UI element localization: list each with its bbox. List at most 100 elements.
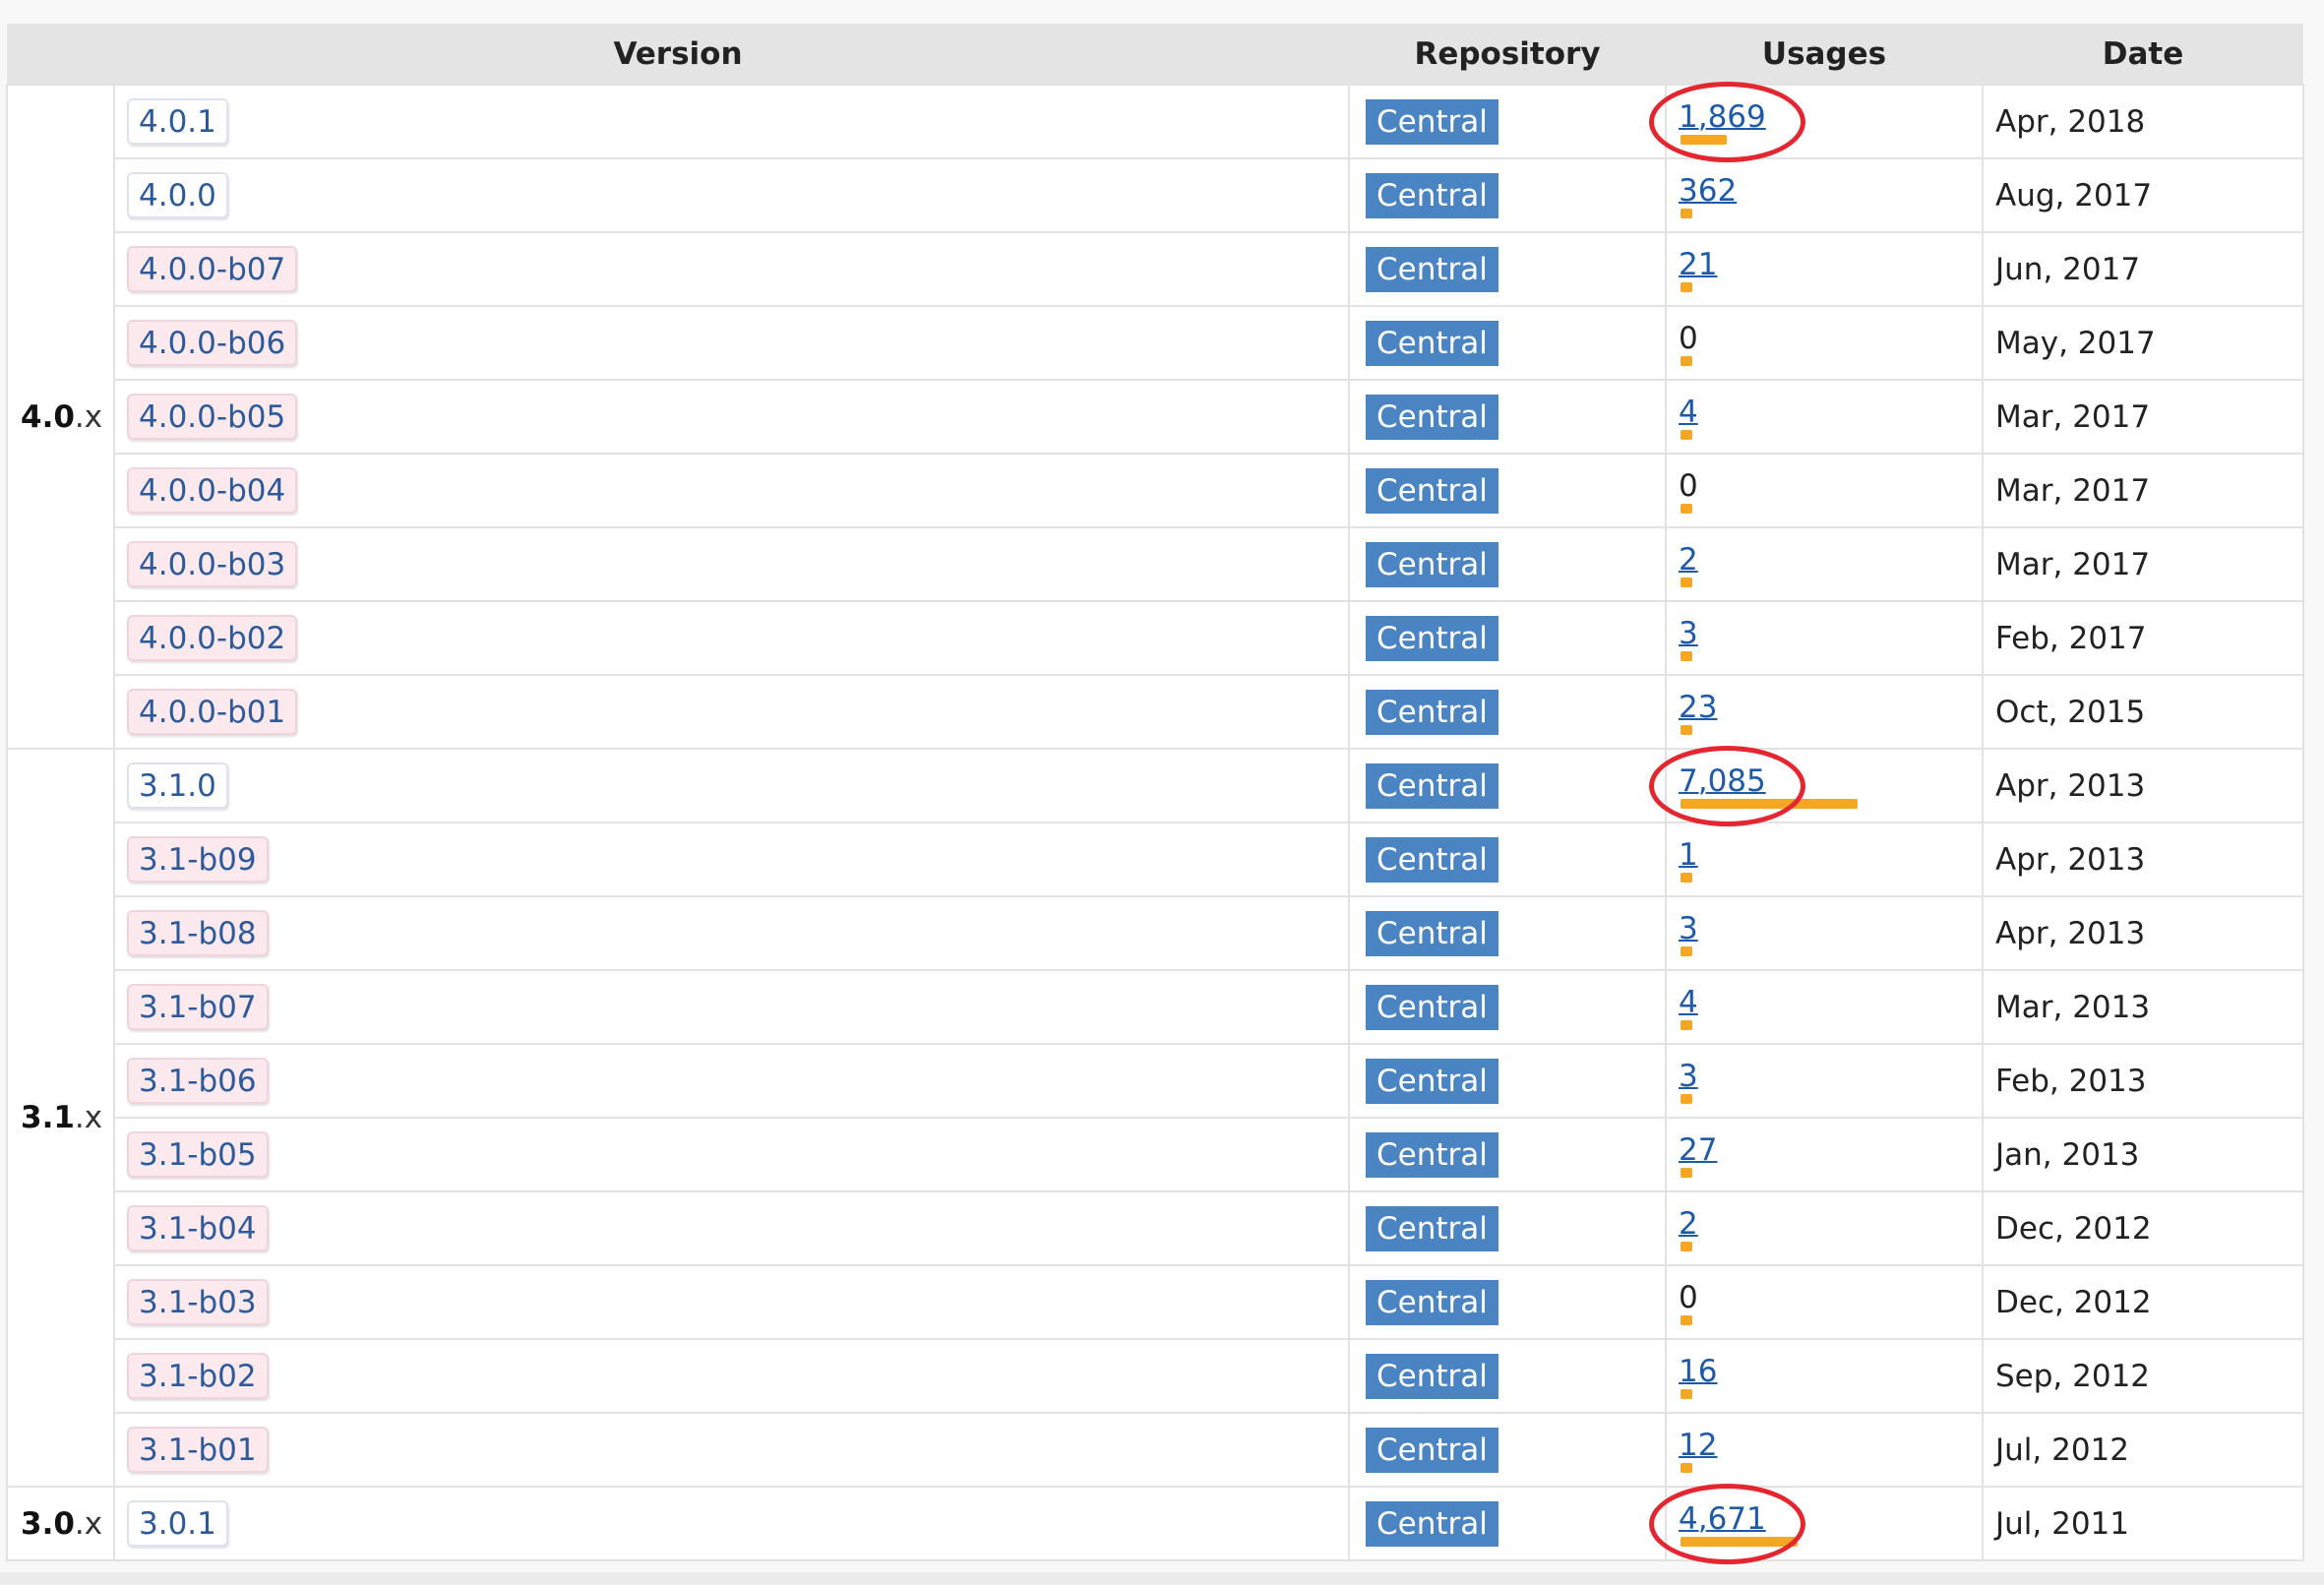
table-row: 4.0.0-b03 Central 2 Mar, 2017 — [7, 526, 2304, 602]
usages-cell: 0 — [1665, 1264, 1984, 1340]
usage-count[interactable]: 16 — [1679, 1354, 1717, 1389]
version-link[interactable]: 4.0.0-b07 — [127, 246, 298, 292]
table-header-row: Version Repository Usages Date — [7, 24, 2303, 85]
usage-bar — [1681, 1167, 1692, 1178]
version-link[interactable]: 3.1-b06 — [127, 1058, 269, 1104]
usages-column-header[interactable]: Usages — [1666, 24, 1983, 85]
usage-bar — [1681, 208, 1692, 218]
usage-count[interactable]: 2 — [1679, 542, 1698, 578]
version-link[interactable]: 3.1-b04 — [127, 1205, 269, 1251]
usage-count[interactable]: 7,085 — [1679, 763, 1766, 799]
version-link[interactable]: 4.0.0-b06 — [127, 320, 298, 366]
date-cell: Feb, 2017 — [1982, 600, 2304, 676]
version-group-label: 3.1.x — [6, 748, 115, 1488]
repository-badge[interactable]: Central — [1366, 246, 1498, 292]
repository-badge[interactable]: Central — [1366, 394, 1498, 440]
version-group-major: 3.0 — [21, 1505, 75, 1542]
version-link[interactable]: 4.0.0-b05 — [127, 394, 298, 440]
version-link[interactable]: 4.0.1 — [127, 98, 228, 145]
repository-badge[interactable]: Central — [1366, 1205, 1498, 1251]
usage-count[interactable]: 3 — [1679, 911, 1698, 946]
version-link[interactable]: 3.1-b01 — [127, 1427, 269, 1473]
repository-badge[interactable]: Central — [1366, 1058, 1498, 1104]
repository-cell: Central — [1348, 379, 1667, 455]
repository-badge[interactable]: Central — [1366, 984, 1498, 1030]
repository-badge[interactable]: Central — [1366, 1279, 1498, 1325]
repository-cell: Central — [1348, 1338, 1667, 1414]
repository-badge[interactable]: Central — [1366, 910, 1498, 956]
repository-cell: Central — [1348, 1486, 1667, 1561]
version-cell: 3.1-b06 — [113, 1043, 1350, 1119]
table-row: 4.0.0-b07 Central 21 Jun, 2017 — [7, 231, 2304, 307]
usage-count[interactable]: 4,671 — [1679, 1501, 1766, 1537]
usage-count[interactable]: 362 — [1679, 173, 1737, 209]
horizontal-scrollbar[interactable] — [0, 1572, 2324, 1585]
usage-count[interactable]: 27 — [1679, 1132, 1717, 1168]
version-cell: 3.1-b04 — [113, 1190, 1350, 1266]
repository-badge[interactable]: Central — [1366, 836, 1498, 883]
repository-badge[interactable]: Central — [1366, 1131, 1498, 1178]
version-link[interactable]: 4.0.0-b02 — [127, 615, 298, 661]
date-cell: Mar, 2013 — [1982, 969, 2304, 1045]
table-row: 4.0.0 Central 362 Aug, 2017 — [7, 157, 2304, 233]
version-link[interactable]: 3.1.0 — [127, 762, 228, 809]
version-cell: 3.1-b01 — [113, 1412, 1350, 1488]
repository-badge[interactable]: Central — [1366, 615, 1498, 661]
release-date: Jun, 2017 — [1995, 251, 2141, 287]
version-link[interactable]: 4.0.0 — [127, 172, 228, 218]
version-link[interactable]: 4.0.0-b01 — [127, 689, 298, 735]
date-cell: Jul, 2011 — [1982, 1486, 2304, 1561]
table-row: 3.0.x 3.0.1 Central 4,671 Jul, 2011 — [6, 1486, 2304, 1561]
version-link[interactable]: 3.1-b09 — [127, 836, 269, 883]
version-group-major: 3.1 — [21, 1100, 75, 1135]
usage-count[interactable]: 23 — [1679, 690, 1717, 725]
repository-badge[interactable]: Central — [1366, 172, 1498, 218]
version-column-header[interactable]: Version — [7, 24, 1349, 85]
usage-indicator: 16 — [1679, 1354, 1717, 1399]
usages-cell: 12 — [1665, 1412, 1984, 1488]
version-group-suffix: .x — [74, 398, 103, 435]
date-cell: Dec, 2012 — [1982, 1264, 2304, 1340]
usage-count[interactable]: 12 — [1679, 1428, 1717, 1463]
release-date: Apr, 2013 — [1995, 915, 2146, 951]
repository-column-header[interactable]: Repository — [1349, 24, 1666, 85]
usage-bar — [1681, 1388, 1692, 1399]
usage-indicator: 7,085 — [1679, 763, 1858, 809]
table-row: 3.1-b01 Central 12 Jul, 2012 — [7, 1412, 2304, 1488]
usages-cell: 4 — [1665, 969, 1984, 1045]
repository-badge[interactable]: Central — [1366, 541, 1498, 587]
repository-badge[interactable]: Central — [1366, 467, 1498, 514]
usage-count[interactable]: 4 — [1679, 395, 1698, 430]
table-row: 4.0.0-b02 Central 3 Feb, 2017 — [7, 600, 2304, 676]
repository-badge[interactable]: Central — [1366, 689, 1498, 735]
table-row: 3.1-b09 Central 1 Apr, 2013 — [7, 822, 2304, 897]
version-link[interactable]: 3.1-b08 — [127, 910, 269, 956]
version-link[interactable]: 4.0.0-b04 — [127, 467, 298, 514]
version-link[interactable]: 3.1-b05 — [127, 1131, 269, 1178]
usage-count[interactable]: 1 — [1679, 837, 1698, 873]
usage-count[interactable]: 2 — [1679, 1206, 1698, 1242]
usage-count[interactable]: 3 — [1679, 616, 1698, 651]
usage-bar — [1681, 1536, 1798, 1547]
version-link[interactable]: 3.1-b07 — [127, 984, 269, 1030]
version-link[interactable]: 3.1-b02 — [127, 1353, 269, 1399]
repository-cell: Central — [1348, 1043, 1667, 1119]
usage-indicator: 0 — [1679, 321, 1698, 366]
release-date: Mar, 2017 — [1995, 546, 2151, 582]
version-link[interactable]: 3.1-b03 — [127, 1279, 269, 1325]
usage-count[interactable]: 21 — [1679, 247, 1717, 282]
usage-count[interactable]: 4 — [1679, 985, 1698, 1020]
repository-badge[interactable]: Central — [1366, 98, 1498, 145]
version-link[interactable]: 3.0.1 — [127, 1500, 228, 1547]
repository-badge[interactable]: Central — [1366, 1427, 1498, 1473]
repository-badge[interactable]: Central — [1366, 1353, 1498, 1399]
repository-badge[interactable]: Central — [1366, 762, 1498, 809]
repository-badge[interactable]: Central — [1366, 1500, 1498, 1547]
usage-count[interactable]: 1,869 — [1679, 99, 1766, 135]
date-column-header[interactable]: Date — [1983, 24, 2303, 85]
usage-count[interactable]: 3 — [1679, 1059, 1698, 1094]
version-group-suffix: .x — [74, 1505, 103, 1542]
repository-badge[interactable]: Central — [1366, 320, 1498, 366]
usage-indicator: 3 — [1679, 1059, 1698, 1104]
version-link[interactable]: 4.0.0-b03 — [127, 541, 298, 587]
